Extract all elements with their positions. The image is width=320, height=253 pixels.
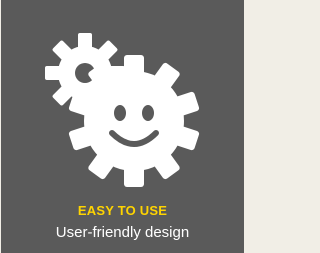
feature-subtitle: User-friendly design: [55, 224, 190, 241]
smiling-gears-icon: [45, 33, 200, 187]
feature-title: EASY TO USE: [77, 203, 168, 218]
feature-card: EASY TO USE User-friendly design: [1, 0, 244, 253]
page-background-strip: [244, 0, 253, 253]
